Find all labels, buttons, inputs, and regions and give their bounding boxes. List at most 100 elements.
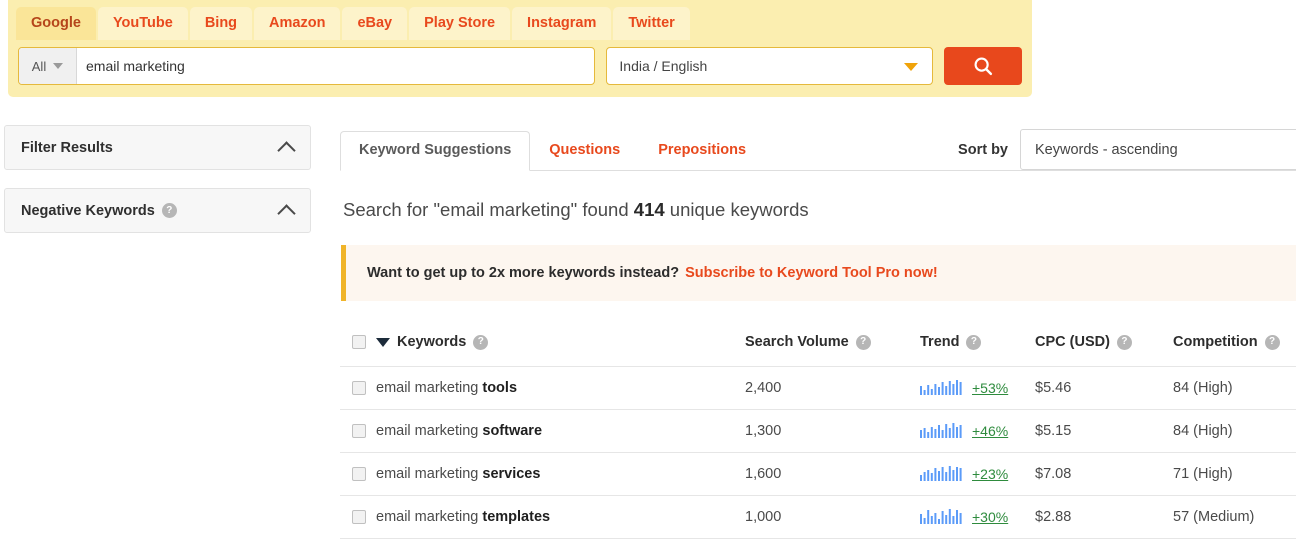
column-label-competition: Competition (1173, 334, 1258, 350)
chevron-up-icon[interactable] (277, 204, 295, 222)
cell-search-volume: 1,000 (745, 495, 920, 538)
keywords-table: Keywords ? Search Volume ? Trend ? (340, 319, 1296, 539)
chevron-down-icon (53, 63, 63, 69)
headline-count: 414 (634, 199, 665, 220)
sidebar-panel-filter-results[interactable]: Filter Results (4, 125, 311, 170)
engine-tab-bing[interactable]: Bing (190, 7, 252, 41)
search-button[interactable] (944, 47, 1022, 85)
keyword-modifier-text: software (482, 423, 542, 439)
trend-percent[interactable]: +23% (972, 466, 1008, 482)
cell-cpc: $2.88 (1035, 495, 1173, 538)
engine-tab-amazon[interactable]: Amazon (254, 7, 340, 41)
cell-trend: +46% (920, 409, 1035, 452)
help-icon[interactable]: ? (966, 335, 981, 350)
trend-percent[interactable]: +30% (972, 509, 1008, 525)
table-row[interactable]: email marketing tools2,400+53%$5.4684 (H… (340, 366, 1296, 409)
column-header-competition[interactable]: Competition ? (1173, 319, 1296, 366)
tab-keyword-suggestions[interactable]: Keyword Suggestions (340, 131, 530, 172)
search-panel: Google YouTube Bing Amazon eBay Play Sto… (8, 0, 1032, 97)
cell-competition: 57 (Medium) (1173, 495, 1296, 538)
cell-search-volume: 1,600 (745, 452, 920, 495)
sort-descending-icon[interactable] (376, 338, 390, 347)
engine-tab-ebay[interactable]: eBay (342, 7, 407, 41)
cell-search-volume: 1,300 (745, 409, 920, 452)
cell-competition: 84 (High) (1173, 409, 1296, 452)
trend-percent[interactable]: +53% (972, 380, 1008, 396)
results-tab-bar: Keyword Suggestions Questions Prepositio… (340, 125, 1296, 171)
engine-tab-play-store[interactable]: Play Store (409, 7, 510, 41)
row-checkbox[interactable] (352, 381, 366, 395)
column-label-search-volume: Search Volume (745, 334, 849, 350)
cell-trend: +30% (920, 495, 1035, 538)
cell-cpc: $5.15 (1035, 409, 1173, 452)
select-all-header (340, 319, 376, 366)
cell-trend: +23% (920, 452, 1035, 495)
headline-suffix: unique keywords (665, 199, 809, 220)
sidebar-panel-negative-keywords[interactable]: Negative Keywords ? (4, 188, 311, 233)
headline-prefix: Search for "email marketing" found (343, 199, 634, 220)
search-row: All India / English (8, 40, 1032, 97)
keyword-search-group: All (18, 47, 595, 85)
sidebar-panel-title: Negative Keywords ? (21, 203, 280, 219)
row-checkbox[interactable] (352, 424, 366, 438)
trend-sparkline (920, 466, 964, 481)
engine-tab-bar: Google YouTube Bing Amazon eBay Play Sto… (8, 0, 1032, 40)
trend-percent[interactable]: +46% (972, 423, 1008, 439)
row-select-cell (340, 366, 376, 409)
help-icon[interactable]: ? (473, 335, 488, 350)
engine-tab-instagram[interactable]: Instagram (512, 7, 611, 41)
cell-trend: +53% (920, 366, 1035, 409)
sidebar: Filter Results Negative Keywords ? (4, 125, 311, 251)
category-dropdown[interactable]: All (19, 48, 77, 84)
trend-sparkline (920, 423, 964, 438)
help-icon[interactable]: ? (1117, 335, 1132, 350)
cell-keyword: email marketing services (376, 452, 745, 495)
row-checkbox[interactable] (352, 510, 366, 524)
column-header-keywords[interactable]: Keywords ? (376, 319, 745, 366)
sort-control: Sort by Keywords - ascending (958, 129, 1296, 170)
help-icon[interactable]: ? (162, 203, 177, 218)
search-icon (972, 55, 994, 77)
table-header-row: Keywords ? Search Volume ? Trend ? (340, 319, 1296, 366)
cell-competition: 84 (High) (1173, 366, 1296, 409)
main-content: Keyword Suggestions Questions Prepositio… (340, 125, 1296, 539)
column-label-keywords: Keywords (397, 334, 466, 350)
sort-by-value: Keywords - ascending (1035, 142, 1178, 158)
keyword-search-input[interactable] (77, 48, 594, 84)
engine-tab-youtube[interactable]: YouTube (98, 7, 188, 41)
sort-by-dropdown[interactable]: Keywords - ascending (1020, 129, 1296, 170)
sort-by-label: Sort by (958, 142, 1008, 158)
table-row[interactable]: email marketing services1,600+23%$7.0871… (340, 452, 1296, 495)
chevron-down-icon (904, 63, 918, 71)
help-icon[interactable]: ? (856, 335, 871, 350)
row-select-cell (340, 495, 376, 538)
locale-dropdown-label: India / English (619, 58, 707, 74)
chevron-up-icon[interactable] (277, 141, 295, 159)
engine-tab-google[interactable]: Google (16, 7, 96, 41)
select-all-checkbox[interactable] (352, 335, 366, 349)
row-checkbox[interactable] (352, 467, 366, 481)
table-row[interactable]: email marketing software1,300+46%$5.1584… (340, 409, 1296, 452)
keyword-base-text: email marketing (376, 380, 482, 396)
keyword-modifier-text: services (482, 466, 540, 482)
locale-dropdown[interactable]: India / English (606, 47, 933, 85)
column-header-search-volume[interactable]: Search Volume ? (745, 319, 920, 366)
cell-search-volume: 2,400 (745, 366, 920, 409)
trend-sparkline (920, 380, 964, 395)
cell-competition: 71 (High) (1173, 452, 1296, 495)
column-header-cpc[interactable]: CPC (USD) ? (1035, 319, 1173, 366)
promo-subscribe-link[interactable]: Subscribe to Keyword Tool Pro now! (685, 265, 938, 281)
cell-cpc: $7.08 (1035, 452, 1173, 495)
cell-keyword: email marketing templates (376, 495, 745, 538)
tab-prepositions[interactable]: Prepositions (639, 131, 765, 171)
keyword-base-text: email marketing (376, 466, 482, 482)
table-row[interactable]: email marketing templates1,000 +30% $2.885… (340, 495, 1296, 538)
help-icon[interactable]: ? (1265, 335, 1280, 350)
column-header-trend[interactable]: Trend ? (920, 319, 1035, 366)
engine-tab-twitter[interactable]: Twitter (613, 7, 689, 41)
category-dropdown-label: All (32, 59, 46, 74)
cell-keyword: email marketing software (376, 409, 745, 452)
tab-questions[interactable]: Questions (530, 131, 639, 171)
keyword-base-text: email marketing (376, 423, 482, 439)
promo-text: Want to get up to 2x more keywords inste… (367, 265, 679, 281)
